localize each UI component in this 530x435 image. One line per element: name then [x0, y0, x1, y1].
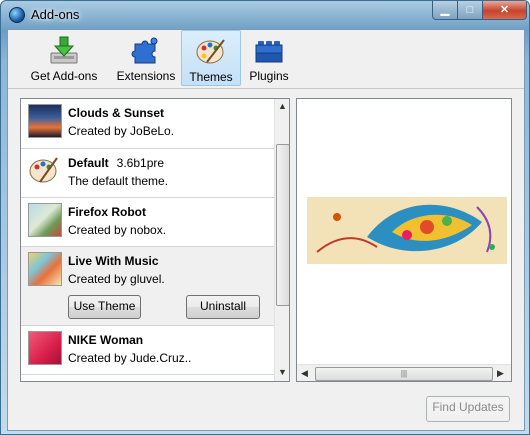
tab-get-addons-label: Get Add-ons [30, 69, 98, 83]
tab-extensions[interactable]: Extensions [110, 30, 182, 86]
uninstall-button[interactable]: Uninstall [186, 295, 260, 319]
client-area: Get Add-ons Extensions Themes Plugins Cl… [7, 29, 525, 431]
close-button[interactable]: ✕ [482, 1, 527, 20]
tab-plugins[interactable]: Plugins [244, 30, 294, 86]
use-theme-button[interactable]: Use Theme [68, 295, 141, 319]
tab-plugins-label: Plugins [249, 69, 289, 83]
maximize-button[interactable]: □ [457, 1, 483, 20]
minimize-button[interactable]: ▁ [432, 1, 458, 20]
scroll-left-arrow-icon[interactable]: ◀ [301, 368, 308, 379]
theme-version: 3.6b1pre [116, 156, 165, 170]
list-item[interactable]: Default 3.6b1pre The default theme. [21, 149, 274, 198]
theme-preview-image [307, 197, 507, 264]
list-item[interactable]: NIKE Woman Created by Jude.Cruz.. [21, 326, 274, 375]
scroll-up-arrow-icon[interactable]: ▲ [278, 101, 287, 111]
list-item-selected[interactable]: Live With Music Created by gluvel. Use T… [21, 247, 274, 326]
scroll-right-arrow-icon[interactable]: ▶ [497, 368, 504, 379]
theme-thumbnail [28, 104, 62, 138]
addons-window: Add-ons ▁ □ ✕ Get Add-ons Extensions The… [0, 0, 530, 435]
palette-icon [196, 39, 225, 64]
title-bar[interactable]: Add-ons ▁ □ ✕ [1, 1, 529, 29]
theme-description: Created by gluvel. [68, 272, 165, 286]
default-theme-palette-icon [28, 154, 60, 186]
theme-name: Firefox Robot [68, 205, 146, 219]
themes-list-scrollbar[interactable]: ▲ ▼ [274, 99, 289, 381]
find-updates-button[interactable]: Find Updates [426, 396, 510, 422]
get-addons-icon [50, 36, 78, 64]
themes-list[interactable]: Clouds & Sunset Created by JoBeLo. Defau… [20, 98, 290, 382]
puzzle-piece-icon [131, 37, 158, 64]
lego-blocks-icon [255, 41, 283, 63]
theme-description: Created by nobox. [68, 223, 167, 237]
theme-name: Live With Music [68, 254, 159, 268]
theme-description: Created by Jude.Cruz.. [68, 351, 192, 365]
tab-themes-label: Themes [189, 70, 233, 84]
window-title: Add-ons [31, 7, 80, 22]
theme-name: Default 3.6b1pre [68, 156, 164, 170]
theme-name: NIKE Woman [68, 333, 144, 347]
addons-toolbar: Get Add-ons Extensions Themes Plugins [8, 30, 524, 89]
theme-name-text: Default [68, 156, 109, 170]
theme-thumbnail [28, 203, 62, 237]
preview-scrollbar[interactable]: ◀ ||| ▶ [297, 364, 511, 381]
list-item[interactable]: Clouds & Sunset Created by JoBeLo. [21, 99, 274, 149]
tab-themes[interactable]: Themes [181, 30, 241, 86]
theme-description: Created by JoBeLo. [68, 124, 175, 138]
theme-description: The default theme. [68, 174, 169, 188]
list-item[interactable]: Firefox Robot Created by nobox. [21, 198, 274, 247]
theme-thumbnail [28, 252, 62, 286]
scrollbar-thumb[interactable] [276, 144, 289, 306]
scroll-down-arrow-icon[interactable]: ▼ [278, 367, 287, 377]
theme-thumbnail [28, 331, 62, 365]
firefox-globe-icon [9, 7, 25, 23]
theme-name: Clouds & Sunset [68, 106, 165, 120]
tab-get-addons[interactable]: Get Add-ons [22, 30, 106, 86]
tab-extensions-label: Extensions [116, 69, 176, 83]
scrollbar-thumb[interactable]: ||| [315, 367, 493, 381]
theme-preview-pane: ◀ ||| ▶ [296, 98, 512, 382]
